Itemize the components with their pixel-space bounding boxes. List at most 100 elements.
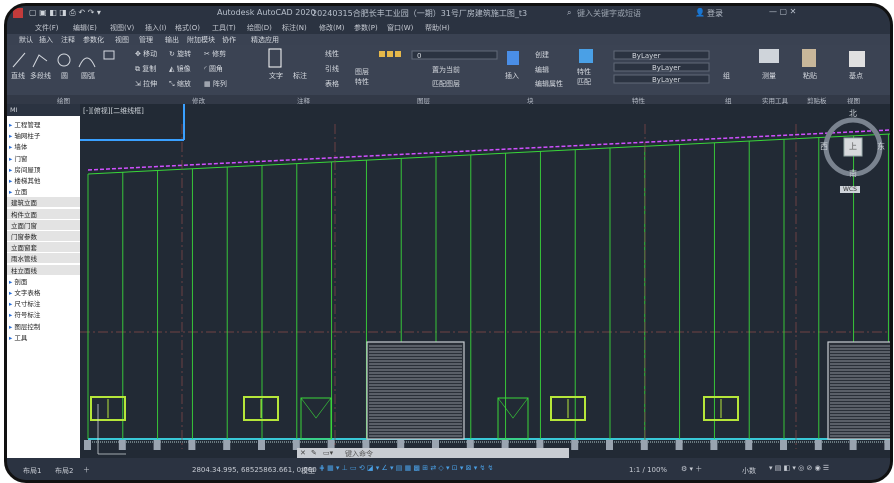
layout-tab-layout1[interactable]: 布局1 [23, 466, 41, 476]
tool-paste[interactable]: 粘贴 [803, 71, 817, 81]
tool-edit-block[interactable]: 编辑 [535, 65, 549, 75]
tool-copy[interactable]: ⧉ 复制 [135, 64, 156, 74]
command-history-icon[interactable]: ▭▾ [323, 449, 333, 457]
ribbon-tab[interactable]: 管理 [139, 35, 153, 45]
tool-trim[interactable]: ✂ 修剪 [204, 49, 226, 59]
window-controls[interactable]: — ▢ ✕ [769, 7, 796, 16]
tool-layer-properties[interactable]: 图层特性 [355, 67, 373, 87]
palette-item[interactable]: ▸ 尺寸标注 [9, 298, 40, 308]
tool-dimension[interactable]: 标注 [293, 71, 307, 81]
menu-item[interactable]: 插入(I) [145, 23, 167, 33]
palette-item[interactable]: ▸ 工具 [9, 332, 27, 342]
tool-group[interactable]: 组 [723, 71, 730, 81]
palette-item[interactable]: ▸ 剖面 [9, 276, 27, 286]
viewcube-south[interactable]: 南 [849, 168, 857, 179]
palette-subitem[interactable]: 构件立面 [7, 208, 84, 219]
menu-item[interactable]: 视图(V) [110, 23, 134, 33]
tool-edit-attributes[interactable]: 编辑属性 [535, 79, 563, 89]
viewcube-north[interactable]: 北 [849, 108, 857, 119]
ribbon-tab[interactable]: 视图 [115, 35, 129, 45]
ribbon-tab[interactable]: 精选应用 [251, 35, 279, 45]
menu-item[interactable]: 修改(M) [319, 23, 345, 33]
viewcube-top[interactable]: 上 [849, 141, 857, 152]
menu-item[interactable]: 编辑(E) [73, 23, 97, 33]
tool-text[interactable]: 文字 [269, 71, 283, 81]
palette-subitem[interactable]: 建筑立面 [7, 197, 84, 208]
tool-scale[interactable]: ⤡ 缩放 [169, 79, 191, 89]
menu-item[interactable]: 参数(P) [354, 23, 378, 33]
ribbon-tab[interactable]: 附加模块 [187, 35, 215, 45]
ribbon-tab[interactable]: 协作 [222, 35, 236, 45]
tool-mirror[interactable]: ◭ 镜像 [169, 64, 191, 74]
tool-stretch[interactable]: ⇲ 拉伸 [135, 79, 157, 89]
model-space-button[interactable]: 模型 [301, 466, 315, 476]
user-icon[interactable]: 👤 [695, 8, 705, 17]
tool-leader[interactable]: 引线 [325, 64, 339, 74]
viewcube[interactable]: 北 南 东 西 上 WCS [820, 108, 885, 200]
palette-item[interactable]: ▸ 图层控制 [9, 321, 40, 331]
tool-circle[interactable]: 圆 [61, 71, 68, 81]
linetype-dropdown[interactable]: ByLayer [652, 64, 680, 72]
ribbon-tab[interactable]: 输出 [165, 35, 179, 45]
tool-set-current[interactable]: 置为当前 [432, 65, 460, 75]
viewport-label[interactable]: [-][俯视][二维线框] [83, 106, 144, 116]
menu-item[interactable]: 窗口(W) [387, 23, 413, 33]
app-menu-icon[interactable] [13, 8, 23, 18]
menu-item[interactable]: 文件(F) [35, 23, 59, 33]
palette-item[interactable]: ▸ 轴网柱子 [9, 130, 40, 140]
annotation-scale[interactable]: 1:1 / 100% [629, 466, 667, 474]
viewcube-east[interactable]: 东 [877, 141, 885, 152]
palette-subitem[interactable]: 门窗参数 [7, 231, 84, 241]
add-layout-icon[interactable]: ＋ [83, 465, 90, 475]
close-icon[interactable]: ✕ [300, 449, 306, 457]
palette-item[interactable]: ▸ 文字表格 [9, 287, 40, 297]
units-dropdown[interactable]: 小数 [742, 466, 756, 476]
menu-item[interactable]: 标注(N) [282, 23, 307, 33]
workspace-gear-icon[interactable]: ⚙ ▾ ＋ [681, 464, 702, 474]
drawing-canvas[interactable]: [-][俯视][二维线框] 北 南 东 西 上 WCS [80, 104, 890, 458]
menu-item[interactable]: 帮助(H) [425, 23, 450, 33]
tool-move[interactable]: ✥ 移动 [135, 49, 157, 59]
palette-item[interactable]: ▸ 房间屋顶 [9, 164, 40, 174]
tool-polyline[interactable]: 多段线 [30, 71, 51, 81]
palette-subitem[interactable]: 雨水管线 [7, 253, 84, 264]
tool-match-properties[interactable]: 特性匹配 [577, 67, 597, 87]
status-toggle-icons[interactable]: ⋕ ▦ ▾ ⊥ ▭ ⟲ ◪ ▾ ∠ ▾ ▤ ▦ ▩ ⊞ ⇄ ◇ ▾ ⊡ ▾ ⊠ … [319, 464, 493, 472]
sign-in-link[interactable]: 登录 [707, 8, 723, 19]
menu-item[interactable]: 绘图(D) [247, 23, 272, 33]
palette-item[interactable]: ▸ 墙体 [9, 141, 27, 151]
tool-table[interactable]: 表格 [325, 79, 339, 89]
viewcube-west[interactable]: 西 [820, 141, 828, 152]
tool-arc[interactable]: 圆弧 [81, 71, 95, 81]
search-input[interactable]: 键入关键字或短语 [577, 8, 641, 19]
status-customize-icons[interactable]: ▾ ▤ ◧ ▾ ◎ ⊘ ◉ ☰ [769, 464, 829, 472]
tool-linear[interactable]: 线性 [325, 49, 339, 59]
tool-measure[interactable]: 测量 [762, 71, 776, 81]
wrench-icon[interactable]: ✎ [311, 449, 317, 457]
color-dropdown[interactable]: ByLayer [632, 52, 660, 60]
tool-line[interactable]: 直线 [11, 71, 25, 81]
palette-item[interactable]: ▸ 门窗 [9, 153, 27, 163]
menu-item[interactable]: 工具(T) [212, 23, 236, 33]
tool-create-block[interactable]: 创建 [535, 50, 549, 60]
wcs-menu[interactable]: WCS [840, 186, 860, 193]
quick-access-icon[interactable]: ▢ ▣ ◧ ◨ ⎙ ↶ ↷ ▾ [29, 8, 101, 18]
ribbon-tab[interactable]: 注释 [61, 35, 75, 45]
tool-insert[interactable]: 插入 [505, 71, 519, 81]
palette-item[interactable]: ▸ 楼梯其他 [9, 175, 40, 185]
menu-item[interactable]: 格式(O) [175, 23, 200, 33]
layout-tab-layout2[interactable]: 布局2 [55, 466, 73, 476]
tool-base-point[interactable]: 基点 [849, 71, 863, 81]
ribbon-tab[interactable]: 插入 [39, 35, 53, 45]
palette-item[interactable]: ▸ 符号标注 [9, 309, 40, 319]
palette-item[interactable]: ▸ 立面 [9, 186, 27, 196]
ribbon-tab[interactable]: 参数化 [83, 35, 104, 45]
tool-match-layer[interactable]: 匹配图层 [432, 79, 460, 89]
tool-fillet[interactable]: ◜ 圆角 [204, 64, 223, 74]
layer-dropdown[interactable]: 0 [417, 52, 421, 60]
palette-item[interactable]: ▸ 工程管理 [9, 119, 40, 129]
tool-array[interactable]: ▦ 阵列 [204, 79, 227, 89]
palette-subitem[interactable]: 立面门窗 [7, 219, 84, 230]
lineweight-dropdown[interactable]: ByLayer [652, 76, 680, 84]
ribbon-tab[interactable]: 默认 [19, 35, 33, 45]
